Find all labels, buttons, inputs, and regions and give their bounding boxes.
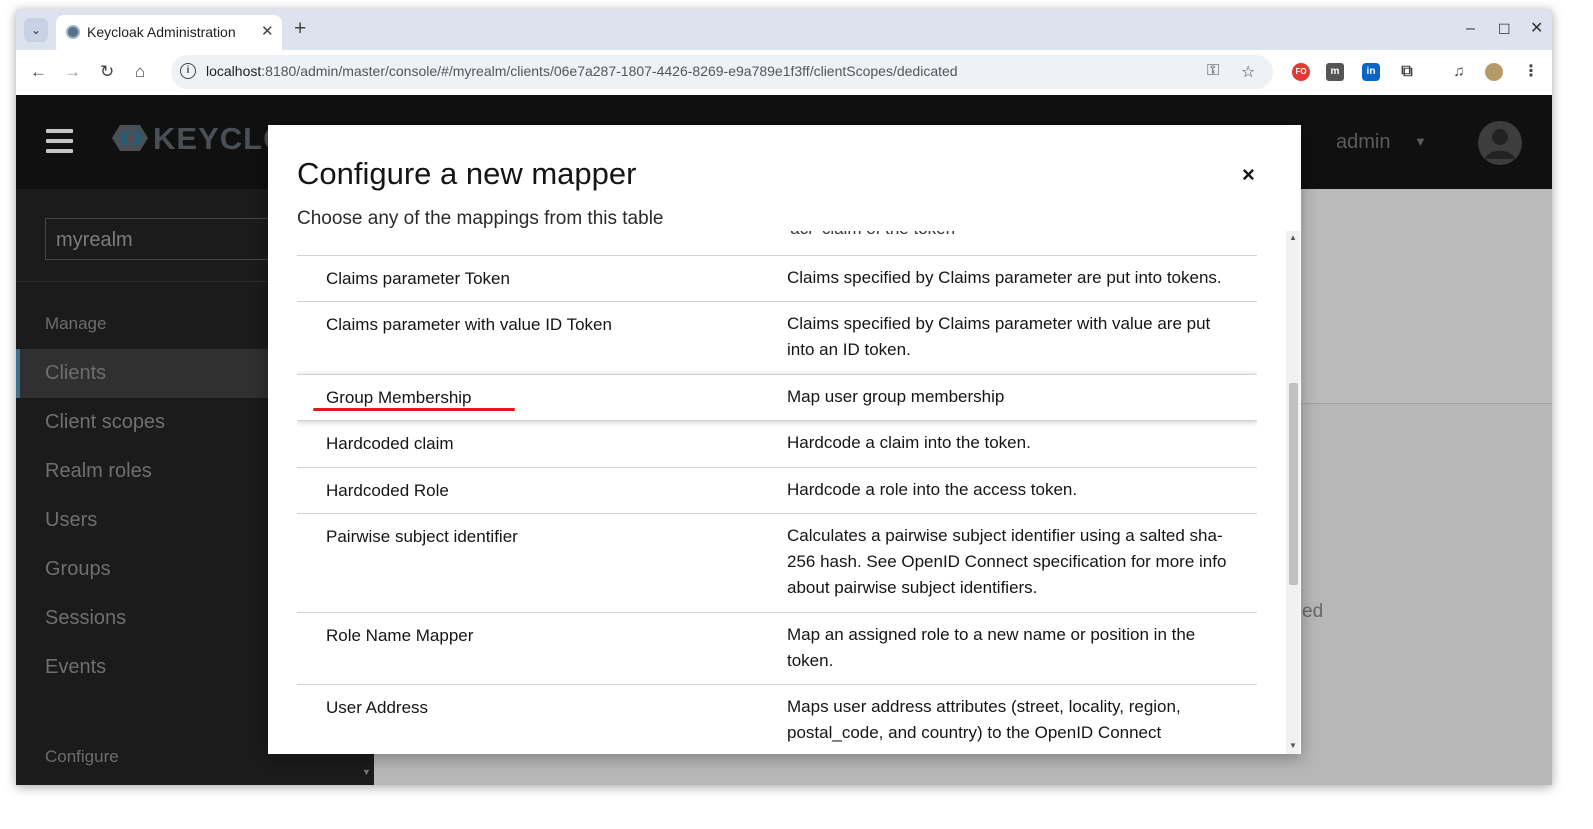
keycloak-favicon-icon (66, 25, 80, 39)
url-text[interactable]: localhost:8180/admin/master/console/#/my… (206, 63, 958, 79)
linkedin-extension-icon[interactable]: in (1362, 63, 1380, 81)
m-extension-icon[interactable]: m (1326, 63, 1344, 81)
table-row[interactable]: Hardcoded Role Hardcode a role into the … (297, 468, 1257, 514)
background-text-fragment: ed (1302, 601, 1324, 622)
home-button[interactable]: ⌂ (135, 61, 145, 83)
mapper-name[interactable]: User Address (326, 698, 428, 718)
sidebar-scroll-down-icon[interactable]: ▼ (362, 767, 371, 777)
media-control-icon[interactable]: ♫ (1450, 63, 1468, 81)
bookmark-star-icon[interactable]: ☆ (1241, 62, 1255, 82)
hamburger-menu-icon[interactable] (46, 129, 73, 153)
maximize-button[interactable]: ☐ (1498, 19, 1511, 39)
sidebar-heading-manage: Manage (45, 314, 107, 333)
mapper-name[interactable]: Pairwise subject identifier (326, 527, 518, 547)
user-menu-caret-icon: ▼ (1414, 134, 1427, 149)
table-row-highlighted[interactable]: Group Membership Map user group membersh… (297, 374, 1257, 421)
sidebar-heading-configure: Configure (45, 747, 119, 766)
minimize-button[interactable]: – (1466, 19, 1475, 39)
tab-strip: ⌄ Keycloak Administration ✕ + – ☐ ✕ (16, 9, 1552, 50)
new-tab-button[interactable]: + (294, 17, 306, 41)
mapper-name[interactable]: Claims parameter with value ID Token (326, 315, 612, 335)
browser-toolbar: ← → ↻ ⌂ i localhost:8180/admin/master/co… (16, 50, 1552, 95)
table-row[interactable]: Role Name Mapper Map an assigned role to… (297, 613, 1257, 685)
avatar-person-icon (1478, 121, 1522, 165)
modal-title: Configure a new mapper (297, 156, 637, 191)
user-avatar[interactable] (1478, 121, 1522, 165)
password-key-icon[interactable]: ⚿ (1207, 62, 1219, 80)
mapper-description: Calculates a pairwise subject identifier… (787, 526, 1227, 597)
mapper-description: Map user group membership (787, 387, 1005, 406)
active-tab[interactable]: Keycloak Administration ✕ (56, 15, 282, 50)
mapper-table: 'acr' claim of the token Claims paramete… (297, 231, 1257, 754)
mapper-description: Claims specified by Claims parameter wit… (787, 314, 1211, 359)
tab-title: Keycloak Administration (87, 24, 236, 40)
mapper-name[interactable]: Hardcoded claim (326, 434, 454, 454)
mapper-name[interactable]: Role Name Mapper (326, 626, 473, 646)
mapper-description: Claims specified by Claims parameter are… (787, 268, 1222, 287)
modal-scrollbar-thumb[interactable] (1289, 383, 1298, 585)
mapper-name[interactable]: Hardcoded Role (326, 481, 449, 501)
browser-menu-icon[interactable]: ⋮ (1522, 63, 1540, 81)
mapper-description: Maps user address attributes (street, lo… (787, 697, 1181, 742)
modal-close-icon[interactable]: × (1242, 163, 1255, 187)
scroll-down-arrow-icon[interactable]: ▼ (1289, 741, 1297, 750)
profile-avatar-icon[interactable] (1485, 63, 1503, 81)
table-row[interactable]: Pairwise subject identifier Calculates a… (297, 514, 1257, 613)
mapper-description: 'acr' claim of the token (787, 231, 1237, 242)
red-annotation-underline (313, 408, 515, 411)
tab-search-button[interactable]: ⌄ (24, 18, 48, 42)
scroll-up-arrow-icon[interactable]: ▲ (1289, 233, 1297, 242)
user-menu[interactable]: admin ▼ (1336, 131, 1427, 154)
fo-extension-icon[interactable]: FO (1292, 63, 1310, 81)
reload-button[interactable]: ↻ (100, 61, 114, 83)
user-name: admin (1336, 131, 1391, 153)
keycloak-logo-mark-icon (112, 125, 148, 151)
mapper-description: Hardcode a role into the access token. (787, 480, 1078, 499)
mapper-description: Map an assigned role to a new name or po… (787, 625, 1196, 670)
table-row[interactable]: Claims parameter with value ID Token Cla… (297, 302, 1257, 375)
mapper-name[interactable]: Group Membership (326, 388, 472, 408)
window-close-button[interactable]: ✕ (1530, 19, 1543, 39)
browser-window: ⌄ Keycloak Administration ✕ + – ☐ ✕ ← → … (16, 9, 1552, 785)
tab-close-icon[interactable]: ✕ (261, 22, 274, 40)
table-row[interactable]: Hardcoded claim Hardcode a claim into th… (297, 421, 1257, 468)
table-row[interactable]: 'acr' claim of the token (297, 231, 1257, 256)
mapper-name[interactable]: Claims parameter Token (326, 269, 510, 289)
table-row[interactable]: User Address Maps user address attribute… (297, 685, 1257, 754)
back-button[interactable]: ← (30, 61, 47, 83)
configure-mapper-modal: Configure a new mapper × Choose any of t… (268, 125, 1301, 754)
modal-subtitle: Choose any of the mappings from this tab… (297, 208, 664, 229)
site-info-icon[interactable]: i (180, 63, 196, 79)
address-bar[interactable]: i localhost:8180/admin/master/console/#/… (171, 55, 1273, 89)
mapper-description: Hardcode a claim into the token. (787, 433, 1031, 452)
forward-button[interactable]: → (64, 61, 81, 83)
table-row[interactable]: Claims parameter Token Claims specified … (297, 256, 1257, 302)
extensions-puzzle-icon[interactable]: ⧉ (1398, 63, 1416, 81)
